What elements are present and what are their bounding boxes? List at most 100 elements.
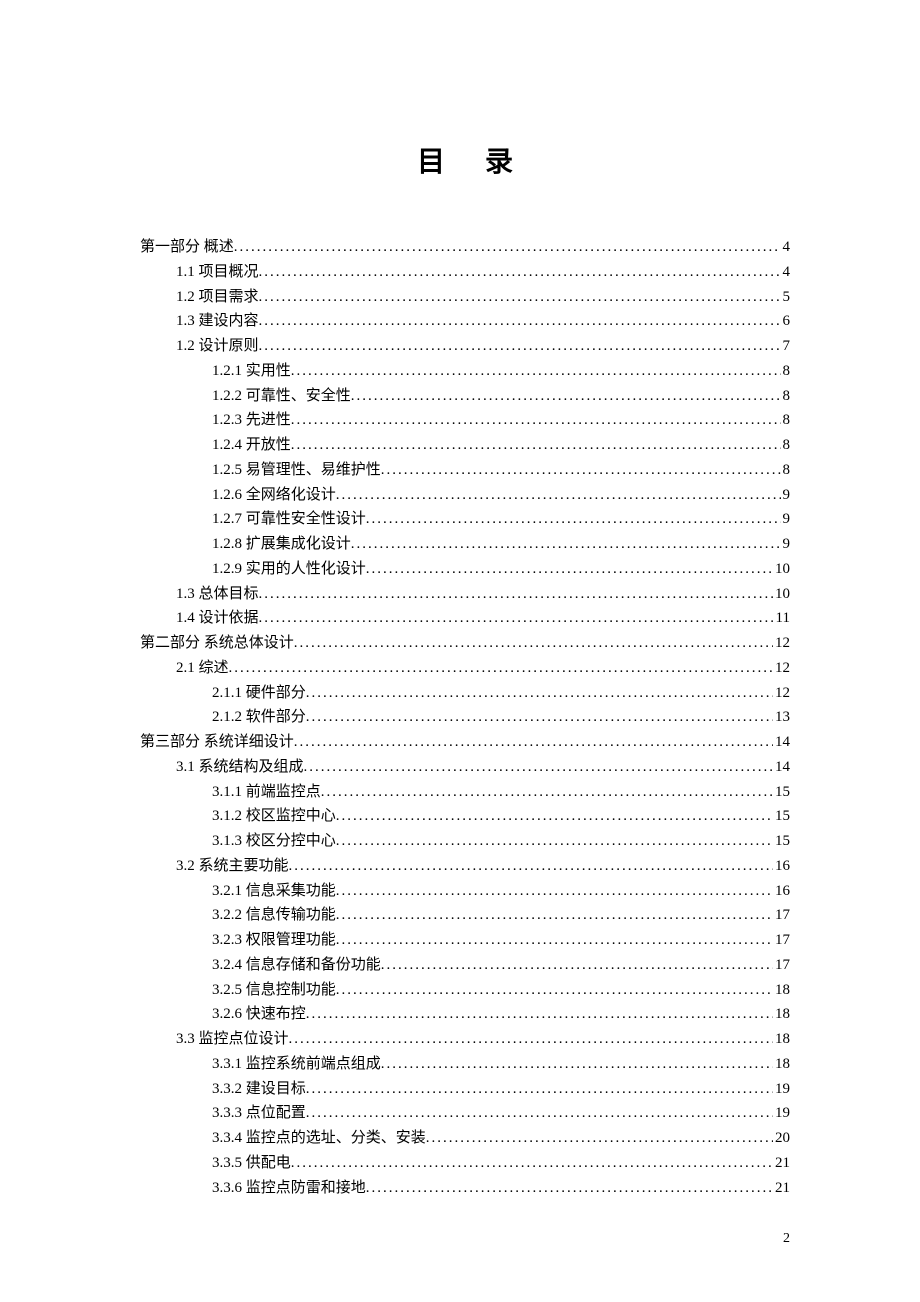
toc-entry-label: 3.1.2 校区监控中心 bbox=[212, 804, 336, 829]
toc-entry: 第三部分 系统详细设计14 bbox=[140, 730, 790, 755]
toc-entry-label: 1.2.2 可靠性、安全性 bbox=[212, 384, 351, 409]
toc-leader-dots bbox=[259, 285, 781, 310]
toc-entry-label: 1.2.4 开放性 bbox=[212, 433, 291, 458]
toc-leader-dots bbox=[306, 705, 773, 730]
toc-entry-label: 3.3.1 监控系统前端点组成 bbox=[212, 1052, 381, 1077]
toc-entry-page: 17 bbox=[773, 953, 790, 978]
toc-leader-dots bbox=[289, 1027, 773, 1052]
toc-entry: 1.2.4 开放性 8 bbox=[140, 433, 790, 458]
toc-entry-label: 3.2.2 信息传输功能 bbox=[212, 903, 336, 928]
toc-entry-page: 18 bbox=[773, 1027, 790, 1052]
toc-entry: 3.3 监控点位设计18 bbox=[140, 1027, 790, 1052]
toc-entry-page: 19 bbox=[773, 1101, 790, 1126]
toc-entry-label: 3.1.1 前端监控点 bbox=[212, 780, 321, 805]
toc-leader-dots bbox=[229, 656, 773, 681]
toc-entry: 1.2.9 实用的人性化设计10 bbox=[140, 557, 790, 582]
toc-entry: 3.2.1 信息采集功能 16 bbox=[140, 879, 790, 904]
toc-entry-page: 18 bbox=[773, 1052, 790, 1077]
toc-leader-dots bbox=[336, 903, 773, 928]
toc-entry: 1.2.8 扩展集成化设计9 bbox=[140, 532, 790, 557]
toc-entry-page: 8 bbox=[781, 359, 791, 384]
toc-leader-dots bbox=[336, 928, 773, 953]
toc-leader-dots bbox=[426, 1126, 773, 1151]
toc-entry-label: 2.1.2 软件部分 bbox=[212, 705, 306, 730]
toc-entry: 3.3.6 监控点防雷和接地21 bbox=[140, 1176, 790, 1201]
toc-entry-page: 14 bbox=[773, 755, 790, 780]
toc-entry-page: 9 bbox=[781, 532, 791, 557]
toc-entry-page: 18 bbox=[773, 978, 790, 1003]
toc-entry: 3.2.4 信息存储和备份功能 17 bbox=[140, 953, 790, 978]
toc-leader-dots bbox=[289, 854, 773, 879]
toc-entry-label: 1.2 设计原则 bbox=[176, 334, 259, 359]
toc-entry: 3.1.3 校区分控中心15 bbox=[140, 829, 790, 854]
toc-entry-label: 1.1 项目概况 bbox=[176, 260, 259, 285]
toc-entry-label: 1.3 总体目标 bbox=[176, 582, 259, 607]
toc-leader-dots bbox=[336, 879, 773, 904]
toc-leader-dots bbox=[366, 1176, 773, 1201]
toc-leader-dots bbox=[336, 978, 773, 1003]
toc-entry: 3.2.5 信息控制功能18 bbox=[140, 978, 790, 1003]
toc-entry-label: 3.2.6 快速布控 bbox=[212, 1002, 306, 1027]
toc-entry-label: 3.2.4 信息存储和备份功能 bbox=[212, 953, 381, 978]
toc-leader-dots bbox=[259, 606, 774, 631]
toc-leader-dots bbox=[306, 681, 773, 706]
toc-entry-page: 7 bbox=[781, 334, 791, 359]
toc-entry-label: 3.1 系统结构及组成 bbox=[176, 755, 304, 780]
toc-entry: 1.2 设计原则 7 bbox=[140, 334, 790, 359]
toc-entry-page: 8 bbox=[781, 384, 791, 409]
toc-entry-label: 2.1.1 硬件部分 bbox=[212, 681, 306, 706]
toc-entry-label: 3.2 系统主要功能 bbox=[176, 854, 289, 879]
toc-entry: 1.4 设计依据 11 bbox=[140, 606, 790, 631]
toc-entry: 第二部分 系统总体设计12 bbox=[140, 631, 790, 656]
toc-entry: 3.2.2 信息传输功能 17 bbox=[140, 903, 790, 928]
toc-entry-page: 11 bbox=[774, 606, 790, 631]
toc-entry-page: 18 bbox=[773, 1002, 790, 1027]
toc-entry: 3.3.3 点位配置 19 bbox=[140, 1101, 790, 1126]
toc-entry-page: 10 bbox=[773, 557, 790, 582]
toc-leader-dots bbox=[304, 755, 773, 780]
toc-entry-label: 1.4 设计依据 bbox=[176, 606, 259, 631]
toc-entry: 2.1.2 软件部分13 bbox=[140, 705, 790, 730]
toc-entry: 3.2.3 权限管理功能17 bbox=[140, 928, 790, 953]
toc-entry-page: 21 bbox=[773, 1151, 790, 1176]
toc-entry-label: 3.3.2 建设目标 bbox=[212, 1077, 306, 1102]
toc-leader-dots bbox=[259, 260, 781, 285]
toc-leader-dots bbox=[306, 1077, 773, 1102]
toc-entry-page: 10 bbox=[773, 582, 790, 607]
toc-entry-page: 9 bbox=[781, 507, 791, 532]
toc-entry: 2.1 综述12 bbox=[140, 656, 790, 681]
toc-leader-dots bbox=[234, 235, 781, 260]
toc-leader-dots bbox=[306, 1101, 773, 1126]
toc-leader-dots bbox=[351, 384, 781, 409]
toc-entry-label: 1.2.1 实用性 bbox=[212, 359, 291, 384]
toc-entry: 1.2.2 可靠性、安全性 8 bbox=[140, 384, 790, 409]
toc-leader-dots bbox=[381, 1052, 773, 1077]
toc-entry-page: 17 bbox=[773, 903, 790, 928]
toc-entry: 3.1.2 校区监控中心15 bbox=[140, 804, 790, 829]
toc-entry: 3.3.1 监控系统前端点组成 18 bbox=[140, 1052, 790, 1077]
toc-entry-page: 8 bbox=[781, 458, 791, 483]
toc-entry-label: 1.2 项目需求 bbox=[176, 285, 259, 310]
toc-entry-page: 19 bbox=[773, 1077, 790, 1102]
toc-entry: 2.1.1 硬件部分12 bbox=[140, 681, 790, 706]
toc-entry-page: 14 bbox=[773, 730, 790, 755]
toc-entry-label: 3.3.5 供配电 bbox=[212, 1151, 291, 1176]
toc-entry-page: 16 bbox=[773, 879, 790, 904]
toc-leader-dots bbox=[336, 483, 781, 508]
toc-entry-page: 5 bbox=[781, 285, 791, 310]
toc-entry-page: 12 bbox=[773, 656, 790, 681]
toc-leader-dots bbox=[321, 780, 773, 805]
toc-entry-label: 3.3.3 点位配置 bbox=[212, 1101, 306, 1126]
toc-entry-page: 9 bbox=[781, 483, 791, 508]
toc-entry: 1.1 项目概况 4 bbox=[140, 260, 790, 285]
toc-leader-dots bbox=[294, 631, 773, 656]
toc-entry-page: 4 bbox=[781, 235, 791, 260]
toc-entry: 1.2 项目需求 5 bbox=[140, 285, 790, 310]
toc-entry: 1.2.6 全网络化设计9 bbox=[140, 483, 790, 508]
table-of-contents: 第一部分 概述41.1 项目概况41.2 项目需求51.3 建设内容61.2 设… bbox=[140, 235, 790, 1200]
toc-entry-label: 3.1.3 校区分控中心 bbox=[212, 829, 336, 854]
toc-entry: 1.3 建设内容6 bbox=[140, 309, 790, 334]
toc-entry-page: 8 bbox=[781, 433, 791, 458]
toc-entry-page: 4 bbox=[781, 260, 791, 285]
toc-entry-label: 3.2.1 信息采集功能 bbox=[212, 879, 336, 904]
